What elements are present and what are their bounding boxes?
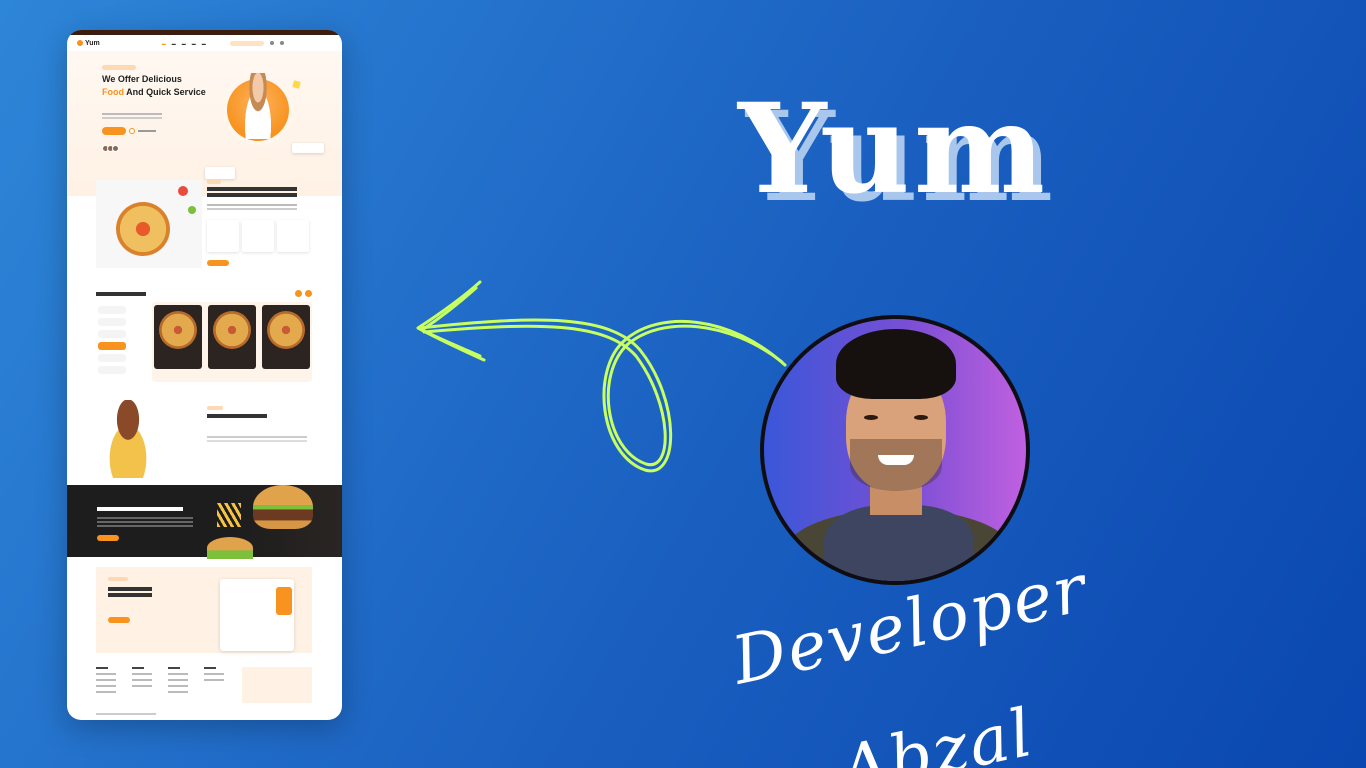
cta-tag [108,577,128,581]
mockup-brand: Yum [85,39,100,47]
cart-icon [269,41,274,45]
cta-button [108,617,130,623]
about-title-lines [207,187,297,191]
hero-title: We Offer Delicious Food And Quick Servic… [102,74,206,97]
avatar-beard [850,439,942,491]
about-tag [207,180,221,184]
dish-card [262,305,310,369]
mockup-cta-section [96,567,312,653]
website-mockup: Yum ▬ ▬ ▬ ▬ ▬ We Offer Delicious Food And Qu… [67,30,342,720]
banner-button [97,535,119,541]
testimonial-woman-image [96,400,160,478]
banner-description [97,517,193,519]
menu-dishes-panel [152,302,312,382]
tomato-image [178,186,188,196]
menu-category-list [98,306,126,378]
hero-video-link [138,130,156,132]
menu-carousel-arrows [295,290,312,297]
about-feature-cards [207,220,309,252]
hero-customer-avatars [102,145,119,152]
hero-chef-card [292,143,324,153]
hero-description [102,113,162,115]
pizza-image [108,194,178,264]
about-button [207,260,229,266]
mockup-dark-banner [67,485,342,559]
mockup-search-bar [229,40,264,46]
mockup-footer [96,667,342,707]
avatar-eye [914,415,928,420]
dish-card [154,305,202,369]
avatar-smile [878,455,914,465]
mockup-hero: We Offer Delicious Food And Quick Servic… [67,51,342,196]
fries-image [217,503,241,527]
hero-tag [102,65,136,70]
mockup-logo: Yum [77,40,100,47]
play-icon [129,128,135,134]
mockup-nav-links: ▬ ▬ ▬ ▬ ▬ [161,40,206,46]
cta-phone-image [276,587,292,615]
curly-arrow-icon [416,280,787,473]
mockup-copyright [96,713,156,715]
brand-title: Yum [738,77,1050,222]
mockup-menu-section [96,290,342,392]
decor-square [292,80,301,89]
dish-card [208,305,256,369]
burger-image [207,537,253,559]
about-image [96,180,202,268]
testimonial-tag [207,406,223,410]
newsletter-box [242,667,312,703]
burger-image [253,485,313,529]
mockup-testimonial-section [96,400,342,480]
pepper-image [188,206,196,214]
testimonial-title-line [207,414,267,418]
hero-rating-card [205,167,235,179]
avatar-eye [864,415,878,420]
hero-order-button [102,127,126,135]
cta-title-lines [108,587,152,591]
user-icon [279,41,284,45]
banner-title-line [97,507,183,511]
avatar-hair [836,329,956,399]
about-description [207,204,297,206]
logo-icon [77,40,83,46]
mockup-navbar: Yum ▬ ▬ ▬ ▬ ▬ [67,35,342,51]
mockup-about-section [96,180,342,272]
testimonial-quote [207,436,307,438]
menu-title-line [96,292,146,296]
hero-woman-image [239,73,277,139]
